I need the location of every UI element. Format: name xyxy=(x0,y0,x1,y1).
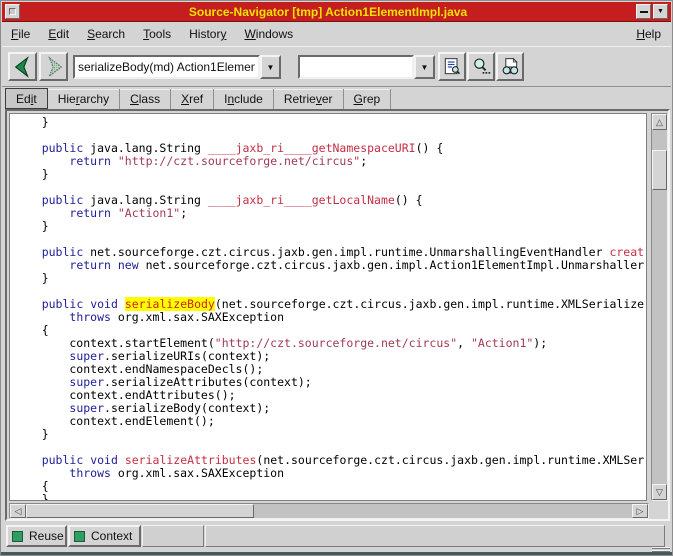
status-panel-small xyxy=(142,525,204,547)
forward-button[interactable] xyxy=(39,52,68,81)
code-line: } xyxy=(14,428,646,441)
tab-class[interactable]: Class xyxy=(120,89,171,109)
tab-edit[interactable]: Edit xyxy=(5,88,48,109)
code-line: } xyxy=(14,116,646,129)
code-line: return "http://czt.sourceforge.net/circu… xyxy=(14,155,646,168)
reuse-label: Reuse xyxy=(29,529,64,543)
context-label: Context xyxy=(91,529,132,543)
search-combo-dropdown-button[interactable]: ▼ xyxy=(414,55,435,79)
vertical-scrollbar[interactable]: △ ▽ xyxy=(651,113,668,501)
reuse-toggle[interactable]: Reuse xyxy=(6,525,67,547)
menu-edit[interactable]: Edit xyxy=(39,24,78,44)
scroll-down-icon: ▽ xyxy=(656,488,663,497)
menu-file[interactable]: File xyxy=(2,24,39,44)
scroll-down-button[interactable]: ▽ xyxy=(652,484,667,500)
window-title: Source-Navigator [tmp] Action1ElementImp… xyxy=(20,5,636,19)
menu-search[interactable]: Search xyxy=(78,24,134,44)
edit-file-icon xyxy=(442,57,462,77)
scroll-right-button[interactable]: ▷ xyxy=(632,504,648,518)
chevron-down-icon: ▼ xyxy=(421,63,429,72)
code-line: } xyxy=(14,220,646,233)
edit-file-button[interactable] xyxy=(438,52,466,81)
tab-grep[interactable]: Grep xyxy=(344,89,392,109)
code-line: throws org.xml.sax.SAXException xyxy=(14,467,646,480)
horizontal-scroll-thumb[interactable] xyxy=(26,504,254,518)
code-line: } xyxy=(14,493,646,501)
status-panel-message xyxy=(205,525,665,547)
green-arrow-right-stippled-icon xyxy=(43,56,65,78)
code-line: } xyxy=(14,168,646,181)
context-toggle[interactable]: Context xyxy=(68,525,141,547)
code-line: } xyxy=(14,272,646,285)
tab-include[interactable]: Include xyxy=(214,89,274,109)
scroll-left-button[interactable]: ◁ xyxy=(10,504,26,518)
menu-windows[interactable]: Windows xyxy=(235,24,302,44)
window-menu-button[interactable] xyxy=(5,4,20,19)
reuse-indicator-icon xyxy=(12,531,23,542)
scroll-left-icon: ◁ xyxy=(15,507,22,516)
tab-retriever[interactable]: Retriever xyxy=(274,89,344,109)
source-navigator-window: Source-Navigator [tmp] Action1ElementImp… xyxy=(0,0,673,556)
green-arrow-left-icon xyxy=(12,56,34,78)
menu-help[interactable]: Help xyxy=(626,24,671,44)
code-line: { xyxy=(14,480,646,493)
context-indicator-icon xyxy=(74,531,85,542)
scroll-up-icon: △ xyxy=(656,118,663,127)
retrieve-icon xyxy=(500,57,520,77)
code-line: return "Action1"; xyxy=(14,207,646,220)
maximize-icon: ▼ xyxy=(657,8,664,15)
minimize-button[interactable] xyxy=(636,4,651,19)
retrieve-button[interactable] xyxy=(496,52,524,81)
search-combo-input[interactable] xyxy=(298,55,414,79)
symbol-combo-dropdown-button[interactable]: ▼ xyxy=(260,55,281,79)
menubar-items: FileEditSearchToolsHistoryWindows xyxy=(2,24,302,44)
menu-tools[interactable]: Tools xyxy=(134,24,180,44)
tab-hierarchy[interactable]: Hierarchy xyxy=(48,89,120,109)
chevron-down-icon: ▼ xyxy=(267,63,275,72)
horizontal-scrollbar[interactable]: ◁ ▷ xyxy=(9,503,649,519)
code-line: context.endElement(); xyxy=(14,415,646,428)
symbol-combo-input[interactable] xyxy=(73,55,260,79)
statusbar: Reuse Context xyxy=(2,523,671,549)
editor-frame: } public java.lang.String ____jaxb_ri___… xyxy=(5,109,670,521)
code-line: throws org.xml.sax.SAXException xyxy=(14,311,646,324)
back-button[interactable] xyxy=(8,52,37,81)
toolbar: ▼ ▼ xyxy=(2,46,671,87)
menu-history[interactable]: History xyxy=(180,24,235,44)
minimize-icon xyxy=(640,11,648,13)
window-bottom-edge xyxy=(1,552,672,555)
code-line: return new net.sourceforge.czt.circus.ja… xyxy=(14,259,646,272)
code-editor[interactable]: } public java.lang.String ____jaxb_ri___… xyxy=(9,113,647,501)
vertical-scroll-thumb[interactable] xyxy=(652,150,667,190)
scroll-up-button[interactable]: △ xyxy=(652,114,667,130)
search-button[interactable] xyxy=(467,52,495,81)
code-lines: } public java.lang.String ____jaxb_ri___… xyxy=(14,116,646,501)
menubar: FileEditSearchToolsHistoryWindows Help xyxy=(2,22,671,46)
titlebar[interactable]: Source-Navigator [tmp] Action1ElementImp… xyxy=(2,2,671,22)
maximize-button[interactable]: ▼ xyxy=(653,4,668,19)
scroll-right-icon: ▷ xyxy=(637,507,644,516)
scrollbar-corner xyxy=(651,503,668,519)
window-menu-icon xyxy=(9,8,16,15)
view-tabbar: EditHierarchyClassXrefIncludeRetrieverGr… xyxy=(2,87,671,109)
tab-xref[interactable]: Xref xyxy=(171,89,214,109)
search-icon xyxy=(471,57,491,77)
